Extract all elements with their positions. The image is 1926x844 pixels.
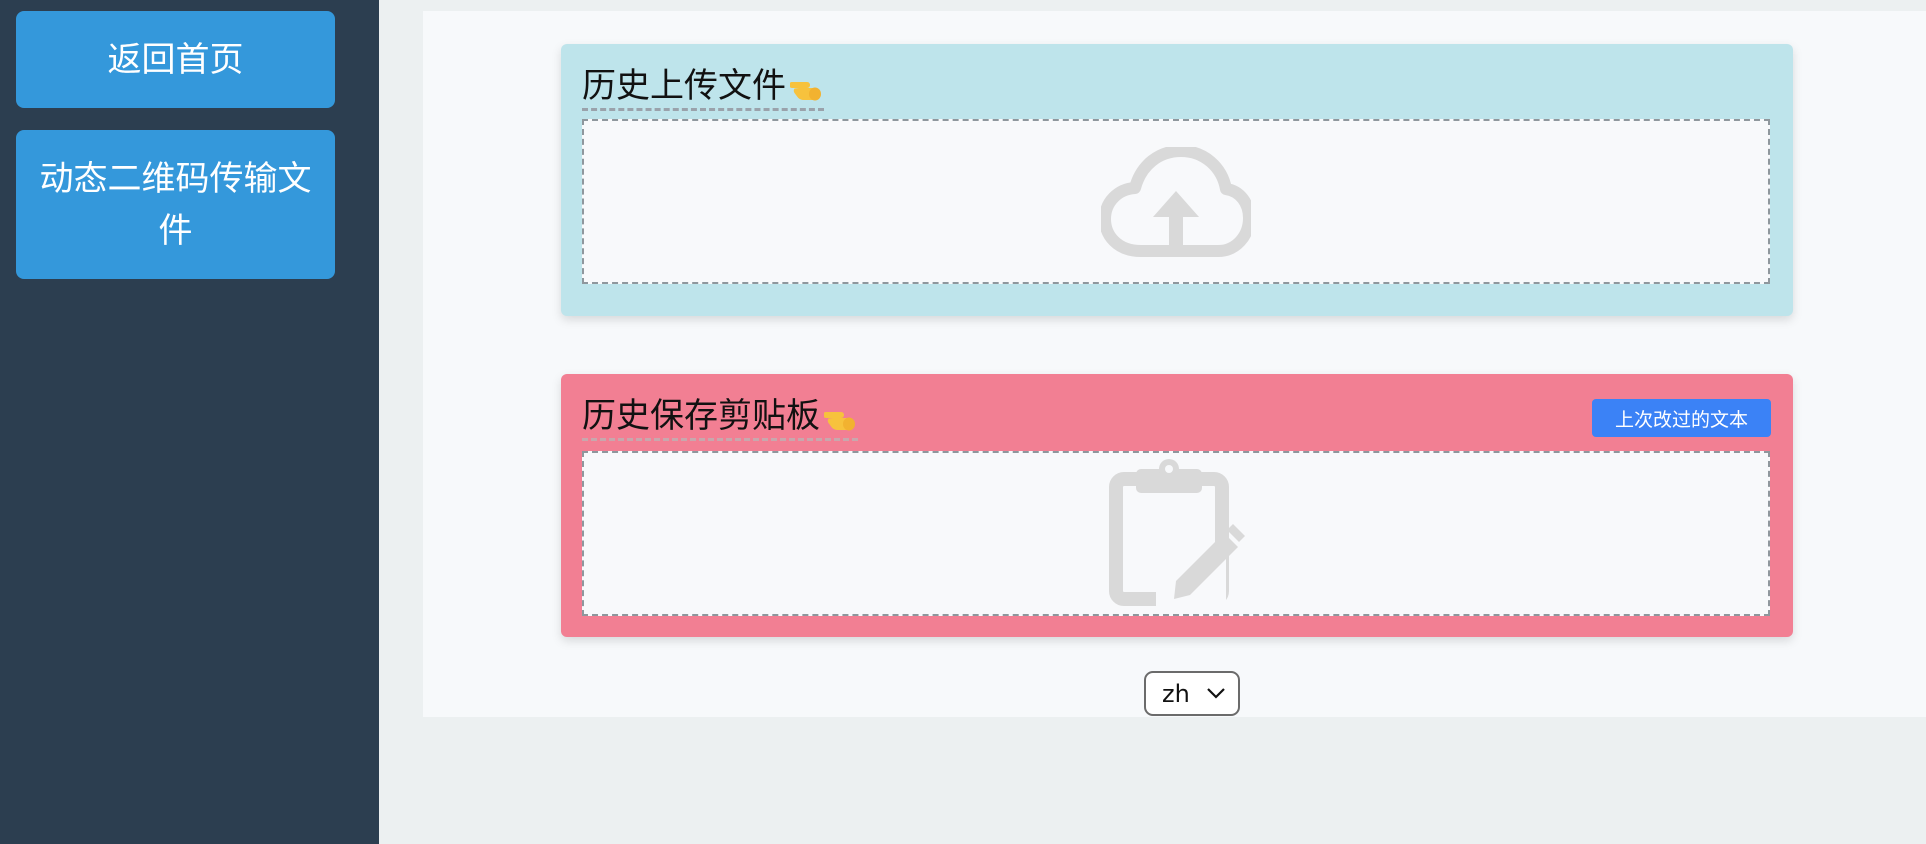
upload-dropzone[interactable] — [582, 119, 1770, 284]
sidebar: 返回首页 动态二维码传输文件 — [0, 0, 379, 844]
clipboard-history-title-text: 历史保存剪贴板 — [582, 396, 820, 436]
home-button-label: 返回首页 — [107, 39, 244, 80]
upload-history-title-text: 历史上传文件 — [582, 66, 786, 106]
clipboard-history-title[interactable]: 历史保存剪贴板 — [582, 394, 858, 441]
clipboard-dropzone[interactable] — [582, 451, 1770, 616]
last-edited-text-button[interactable]: 上次改过的文本 — [1592, 399, 1771, 437]
language-select-value: zh — [1162, 679, 1190, 708]
clipboard-history-card: 历史保存剪贴板 上次改过的文本 — [561, 374, 1793, 637]
pointing-hand-icon — [824, 412, 855, 431]
upload-history-title[interactable]: 历史上传文件 — [582, 64, 824, 111]
pointing-hand-icon — [790, 82, 821, 101]
clipboard-edit-icon — [1109, 458, 1245, 609]
chevron-down-icon — [1207, 688, 1225, 699]
cloud-upload-icon — [1101, 146, 1251, 257]
main-panel: 历史上传文件 历史保存剪贴板 上次改过的文本 zh — [423, 11, 1926, 717]
home-button[interactable]: 返回首页 — [16, 11, 335, 108]
qr-transfer-button[interactable]: 动态二维码传输文件 — [16, 130, 335, 279]
qr-transfer-button-label: 动态二维码传输文件 — [39, 158, 312, 251]
language-select[interactable]: zh — [1144, 671, 1240, 716]
upload-history-card: 历史上传文件 — [561, 44, 1793, 316]
last-edited-text-button-label: 上次改过的文本 — [1614, 408, 1748, 431]
